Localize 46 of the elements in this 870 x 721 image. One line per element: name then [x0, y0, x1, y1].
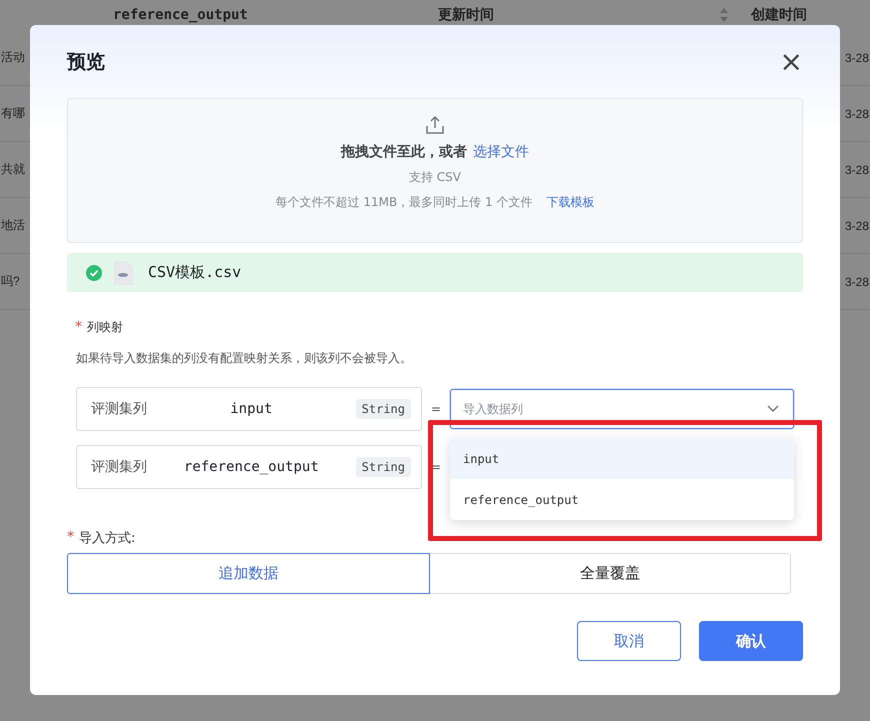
table-cell: 共就 — [1, 161, 25, 178]
file-icon — [112, 260, 134, 286]
download-template-link[interactable]: 下载模板 — [546, 194, 594, 211]
select-file-link[interactable]: 选择文件 — [473, 143, 529, 161]
column-name: input — [229, 401, 274, 417]
select-placeholder: 导入数据列 — [463, 400, 523, 418]
dropdown-option[interactable]: input — [450, 438, 794, 479]
required-mark: * — [75, 319, 82, 336]
upload-area[interactable]: 拖拽文件至此，或者 选择文件 支持 CSV 每个文件不超过 11MB，最多同时上传 1 个文件 下载模板 — [67, 98, 803, 243]
upload-icon — [425, 115, 445, 135]
column-header: reference_output — [113, 7, 248, 23]
confirm-button[interactable]: 确认 — [699, 621, 803, 661]
table-cell: 3-28 — [844, 218, 869, 232]
table-cell: 3-28 — [844, 50, 869, 64]
dropdown-option[interactable]: reference_output — [450, 479, 794, 520]
file-name: CSV模板.csv — [148, 263, 242, 282]
table-cell: 活动 — [1, 49, 25, 66]
type-tag: String — [356, 399, 411, 419]
column-header: 更新时间 — [438, 6, 494, 24]
table-cell: 有哪 — [1, 105, 25, 122]
select-field[interactable]: 导入数据列 — [450, 389, 794, 429]
limit-text: 每个文件不超过 11MB，最多同时上传 1 个文件 — [276, 194, 532, 211]
table-cell: 3-28 — [844, 162, 869, 176]
table-cell: 3-28 — [844, 274, 869, 288]
field-label: 导入方式: — [79, 530, 136, 547]
type-tag: String — [356, 457, 411, 477]
field-label: 列映射 — [87, 319, 123, 336]
column-prefix: 评测集列 — [91, 458, 147, 476]
close-button[interactable]: × — [778, 48, 805, 76]
equals-sign: = — [430, 402, 442, 416]
hint-text: 如果待导入数据集的列没有配置映射关系，则该列不会被导入。 — [75, 350, 413, 367]
cancel-button[interactable]: 取消 — [577, 621, 681, 661]
upload-prompt: 拖拽文件至此，或者 — [341, 143, 467, 161]
dialog-title: 预览 — [67, 50, 105, 74]
table-cell: 地活 — [1, 217, 25, 234]
segment-option[interactable]: 追加数据 — [67, 553, 430, 594]
required-mark: * — [67, 529, 74, 547]
table-cell: 3-28 — [844, 106, 869, 120]
sort-icon[interactable] — [718, 7, 729, 23]
column-header: 创建时间 — [750, 6, 807, 24]
support-text: 支持 CSV — [408, 169, 462, 186]
table-cell: 吗? — [1, 273, 20, 290]
column-name: reference_output — [182, 459, 320, 475]
segment-option[interactable]: 全量覆盖 — [428, 553, 791, 594]
chevron-down-icon — [767, 405, 779, 413]
column-prefix: 评测集列 — [91, 400, 147, 418]
